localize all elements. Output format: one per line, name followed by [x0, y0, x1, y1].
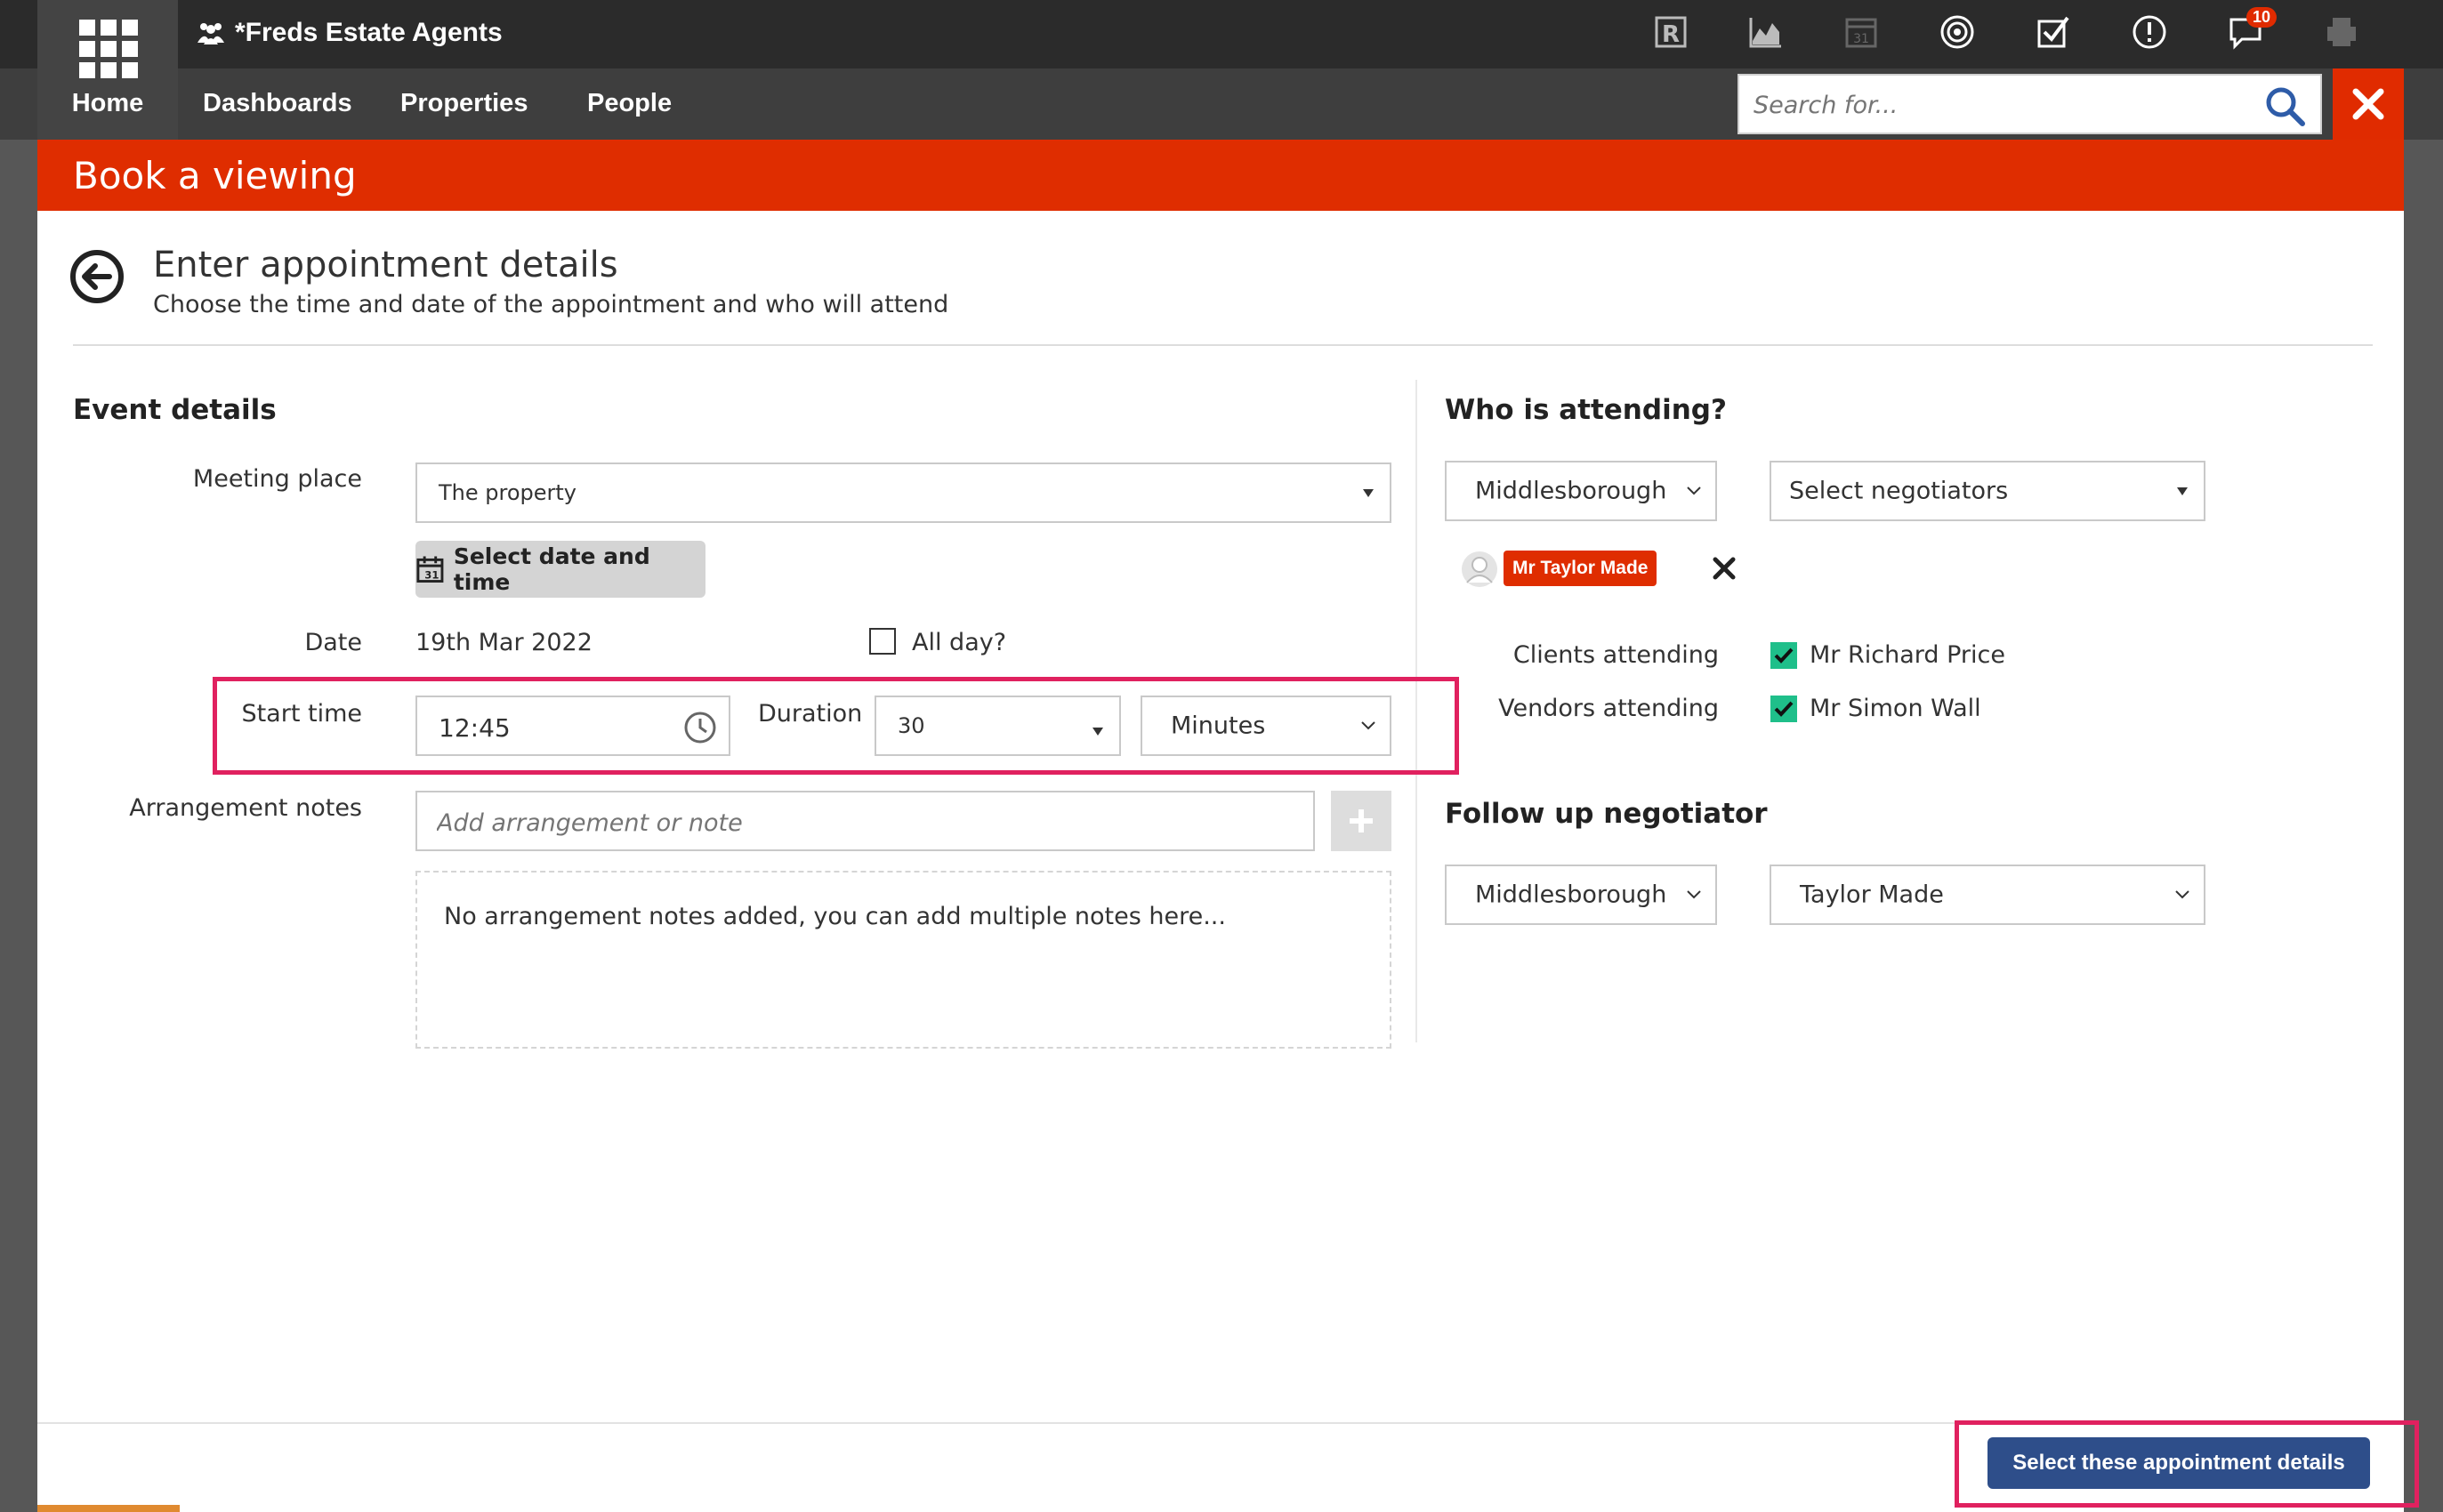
arrangement-note-field[interactable]: [415, 791, 1315, 851]
bottom-tab-indicator: [37, 1505, 180, 1512]
back-arrow-icon[interactable]: [69, 248, 125, 305]
search-icon[interactable]: [2263, 84, 2308, 129]
arrangement-note-input[interactable]: [437, 805, 1291, 840]
select-date-time-label: Select date and time: [453, 543, 650, 595]
add-note-button[interactable]: [1331, 791, 1391, 851]
select-date-time-button[interactable]: 31 Select date and time: [415, 541, 705, 598]
duration-select[interactable]: 30: [875, 696, 1121, 756]
agency-switcher[interactable]: *Freds Estate Agents: [196, 18, 503, 48]
chart-icon[interactable]: [1746, 12, 1785, 52]
notifications-badge: 10: [2246, 7, 2278, 28]
date-label: Date: [304, 629, 362, 656]
page-title: Enter appointment details: [153, 245, 618, 286]
banner-title: Book a viewing: [73, 154, 357, 197]
calendar-icon[interactable]: 31: [1842, 12, 1881, 52]
close-button[interactable]: [2333, 68, 2404, 140]
print-icon[interactable]: [2322, 12, 2361, 52]
agency-name: *Freds Estate Agents: [235, 18, 503, 47]
arrangement-notes-label: Arrangement notes: [129, 794, 362, 822]
caret-down-icon: [1092, 728, 1103, 736]
target-icon[interactable]: [1938, 12, 1977, 52]
client-checkbox[interactable]: [1770, 642, 1797, 669]
vendors-attending-label: Vendors attending: [1498, 695, 1719, 722]
checkmark-icon: [1774, 701, 1794, 717]
attending-heading: Who is attending?: [1445, 394, 1727, 426]
start-time-value: 12:45: [439, 713, 511, 743]
vendor-name: Mr Simon Wall: [1810, 695, 1981, 722]
nav-dashboards[interactable]: Dashboards: [203, 89, 352, 118]
chevron-down-icon: [1687, 890, 1701, 899]
duration-value: 30: [898, 713, 925, 738]
remove-negotiator-icon[interactable]: [1710, 554, 1738, 583]
svg-text:31: 31: [424, 569, 439, 582]
avatar: [1462, 551, 1497, 587]
attending-branch-select[interactable]: Middlesborough: [1445, 461, 1717, 521]
followup-negotiator-value: Taylor Made: [1800, 881, 1944, 909]
meeting-place-label: Meeting place: [192, 465, 362, 493]
nav-properties[interactable]: Properties: [400, 89, 528, 118]
arrangement-notes-list: No arrangement notes added, you can add …: [415, 871, 1391, 1049]
search-input[interactable]: [1754, 86, 2252, 124]
clock-icon: [684, 712, 716, 744]
negotiators-select[interactable]: Select negotiators: [1770, 461, 2205, 521]
followup-branch-select[interactable]: Middlesborough: [1445, 865, 1717, 925]
start-time-input[interactable]: 12:45: [415, 696, 730, 756]
all-day-checkbox[interactable]: [869, 628, 896, 655]
client-name: Mr Richard Price: [1810, 641, 2005, 669]
duration-label: Duration: [758, 700, 863, 728]
clients-attending-label: Clients attending: [1512, 641, 1719, 669]
date-value: 19th Mar 2022: [415, 629, 593, 656]
banner: Book a viewing: [37, 140, 2404, 211]
followup-heading: Follow up negotiator: [1445, 798, 1768, 830]
calendar-icon: 31: [416, 556, 444, 583]
page-subtitle: Choose the time and date of the appointm…: [153, 291, 949, 318]
rightmove-r-icon[interactable]: R: [1651, 12, 1690, 52]
meeting-place-select[interactable]: The property: [415, 462, 1391, 523]
chevron-down-icon: [2175, 890, 2189, 899]
chevron-down-icon: [1361, 721, 1375, 730]
attending-branch-value: Middlesborough: [1475, 477, 1667, 505]
notes-empty-message: No arrangement notes added, you can add …: [444, 903, 1226, 930]
nav-people[interactable]: People: [587, 89, 672, 118]
search-box[interactable]: [1738, 74, 2322, 134]
checkmark-icon: [1774, 647, 1794, 664]
duration-unit-value: Minutes: [1171, 712, 1266, 740]
vendor-checkbox[interactable]: [1770, 696, 1797, 722]
start-time-label: Start time: [241, 700, 362, 728]
header-divider: [73, 344, 2373, 346]
chevron-down-icon: [1687, 487, 1701, 495]
duration-unit-select[interactable]: Minutes: [1141, 696, 1391, 756]
svg-text:31: 31: [1853, 32, 1869, 46]
home-button[interactable]: Home: [37, 0, 178, 140]
plus-icon: [1350, 809, 1373, 832]
caret-down-icon: [1363, 489, 1374, 497]
meeting-place-value: The property: [439, 480, 577, 505]
home-label: Home: [71, 89, 144, 117]
svg-text:R: R: [1662, 21, 1680, 48]
close-icon: [2352, 88, 2384, 120]
app-grid-icon: [79, 20, 138, 78]
booking-panel: Book a viewing Enter appointment details…: [37, 140, 2419, 1512]
negotiators-placeholder: Select negotiators: [1789, 477, 2009, 505]
tasks-check-icon[interactable]: [2034, 12, 2073, 52]
alert-icon[interactable]: [2130, 12, 2169, 52]
people-icon: [198, 23, 224, 44]
all-day-label: All day?: [912, 629, 1007, 656]
negotiator-tag: Mr Taylor Made: [1504, 551, 1657, 586]
followup-branch-value: Middlesborough: [1475, 881, 1667, 909]
select-appointment-details-button[interactable]: Select these appointment details: [1987, 1437, 2370, 1489]
followup-negotiator-select[interactable]: Taylor Made: [1770, 865, 2205, 925]
caret-down-icon: [2177, 487, 2188, 495]
event-details-heading: Event details: [73, 394, 277, 426]
